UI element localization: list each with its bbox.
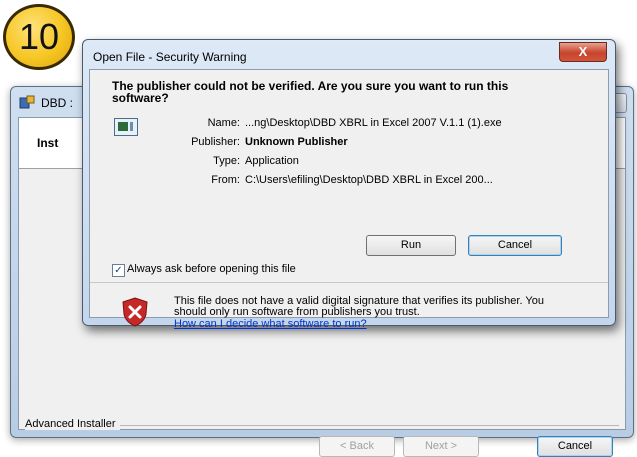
- step-number-badge: 10: [3, 4, 75, 70]
- back-button[interactable]: < Back: [319, 436, 395, 457]
- next-button[interactable]: Next >: [403, 436, 479, 457]
- shield-error-icon: [122, 297, 148, 327]
- decide-software-link[interactable]: How can I decide what software to run?: [174, 318, 367, 330]
- installer-cancel-button[interactable]: Cancel: [537, 436, 613, 457]
- name-value: ...ng\Desktop\DBD XBRL in Excel 2007 V.1…: [245, 117, 502, 129]
- publisher-label: Publisher:: [191, 136, 240, 148]
- security-warning-dialog: Open File - Security Warning X The publi…: [82, 39, 616, 330]
- application-file-icon: [114, 118, 138, 136]
- dialog-client-area: The publisher could not be verified. Are…: [89, 69, 609, 330]
- dialog-cancel-button[interactable]: Cancel: [468, 235, 562, 256]
- installer-title: DBD :: [41, 96, 74, 110]
- warning-message: This file does not have a valid digital …: [174, 295, 544, 318]
- dialog-close-button[interactable]: X: [559, 42, 607, 62]
- always-ask-label[interactable]: Always ask before opening this file: [127, 263, 296, 275]
- publisher-value: Unknown Publisher: [245, 136, 348, 148]
- run-button[interactable]: Run: [366, 235, 456, 256]
- type-value: Application: [245, 155, 299, 167]
- always-ask-checkbox[interactable]: ✓: [112, 264, 125, 277]
- advanced-installer-brand: Advanced Installer: [25, 418, 120, 430]
- installer-app-icon: [19, 95, 35, 109]
- dialog-title: Open File - Security Warning: [93, 50, 247, 64]
- type-label: Type:: [213, 155, 240, 167]
- installer-header-title: Inst: [37, 136, 59, 150]
- from-label: From:: [211, 174, 240, 186]
- name-label: Name:: [207, 117, 240, 129]
- security-question: The publisher could not be verified. Are…: [112, 79, 509, 105]
- from-value: C:\Users\efiling\Desktop\DBD XBRL in Exc…: [245, 174, 493, 186]
